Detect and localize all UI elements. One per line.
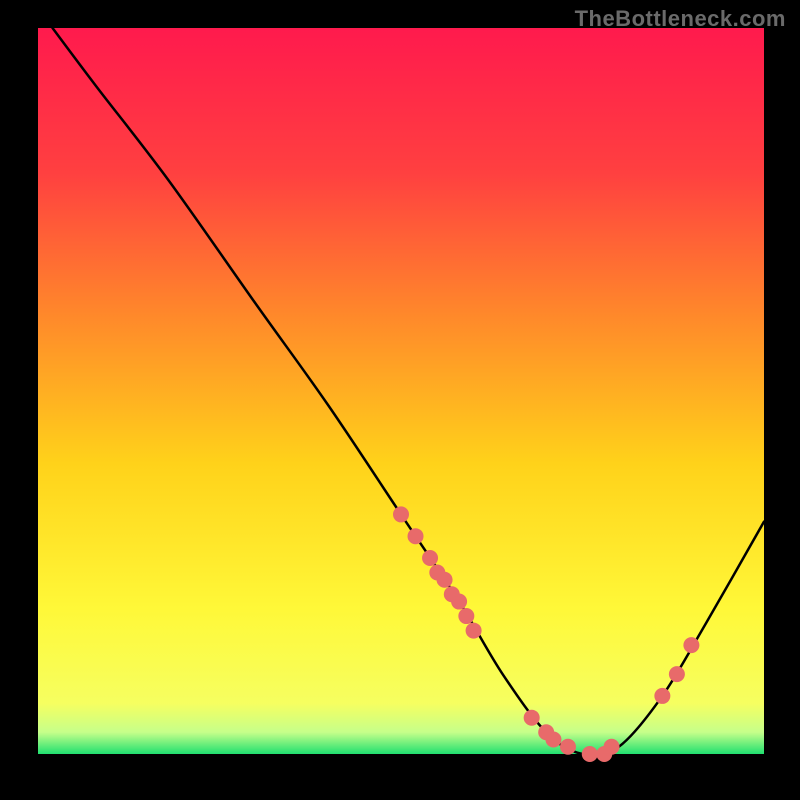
marker-dot — [560, 739, 576, 755]
marker-dot — [545, 731, 561, 747]
marker-dot — [466, 623, 482, 639]
bottleneck-chart — [0, 0, 800, 800]
gradient-background — [38, 28, 764, 754]
marker-dot — [437, 572, 453, 588]
marker-dot — [654, 688, 670, 704]
marker-dot — [422, 550, 438, 566]
marker-dot — [524, 710, 540, 726]
chart-frame: { "watermark": "TheBottleneck.com", "cha… — [0, 0, 800, 800]
marker-dot — [604, 739, 620, 755]
marker-dot — [582, 746, 598, 762]
marker-dot — [408, 528, 424, 544]
marker-dot — [393, 506, 409, 522]
marker-dot — [458, 608, 474, 624]
watermark-text: TheBottleneck.com — [575, 6, 786, 32]
marker-dot — [451, 594, 467, 610]
marker-dot — [683, 637, 699, 653]
marker-dot — [669, 666, 685, 682]
